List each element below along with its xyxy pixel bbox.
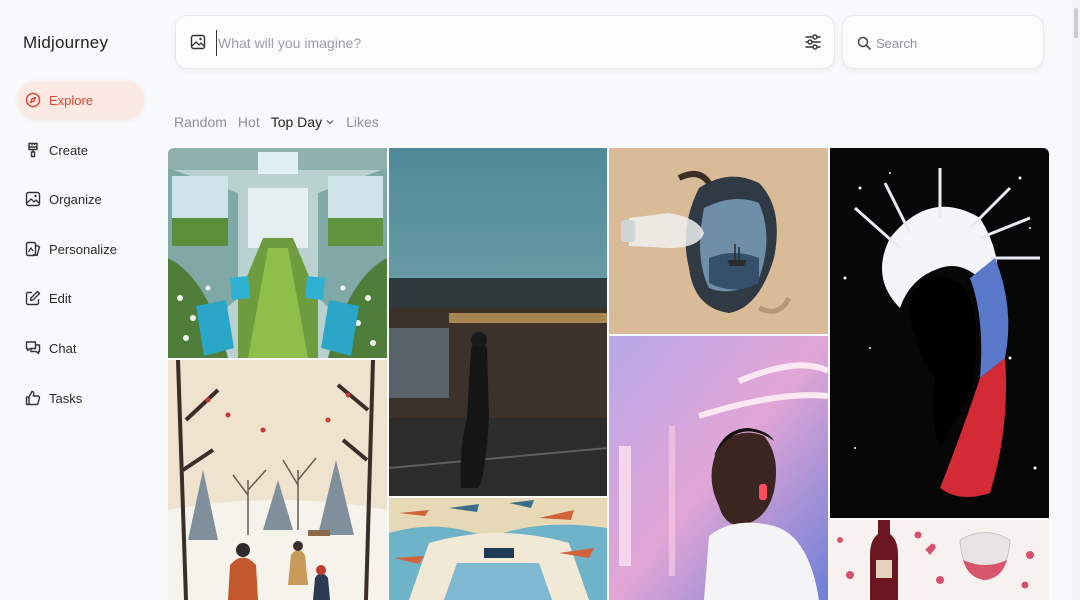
feed-tabs: Random Hot Top Day Likes bbox=[174, 114, 390, 130]
tab-label: Top Day bbox=[270, 114, 323, 130]
sidebar-item-chat[interactable]: Chat bbox=[18, 329, 144, 367]
image-wine-hearts[interactable] bbox=[830, 520, 1049, 600]
image-neon-portrait[interactable] bbox=[609, 336, 828, 600]
sidebar-item-personalize[interactable]: Personalize bbox=[18, 230, 144, 268]
sidebar-item-label: Create bbox=[49, 142, 89, 158]
prompt-bar bbox=[175, 15, 835, 69]
sidebar-item-organize[interactable]: Organize bbox=[18, 180, 144, 218]
sidebar-item-label: Tasks bbox=[49, 390, 83, 406]
thumbs-up-icon bbox=[25, 390, 41, 406]
compass-icon bbox=[25, 92, 41, 108]
sidebar-item-label: Chat bbox=[49, 340, 77, 356]
scrollbar-thumb[interactable] bbox=[1074, 8, 1078, 38]
scrollbar[interactable] bbox=[1072, 0, 1080, 600]
image-gallery bbox=[168, 148, 1049, 600]
search-icon bbox=[857, 36, 871, 50]
image-icon bbox=[25, 191, 41, 207]
personalize-icon bbox=[25, 241, 41, 257]
sidebar: Midjourney Explore Create Organize Perso… bbox=[0, 0, 160, 600]
settings-sliders-icon[interactable] bbox=[804, 33, 822, 51]
image-upload-icon[interactable] bbox=[190, 34, 206, 50]
sidebar-item-label: Personalize bbox=[49, 241, 117, 257]
sidebar-item-create[interactable]: Create bbox=[18, 131, 144, 169]
tab-hot[interactable]: Hot bbox=[238, 114, 260, 130]
image-airplanes-collage[interactable] bbox=[389, 498, 607, 600]
image-winter-park-illustration[interactable] bbox=[168, 360, 387, 600]
tab-random[interactable]: Random bbox=[174, 114, 227, 130]
sidebar-item-label: Organize bbox=[49, 191, 102, 207]
sidebar-item-tasks[interactable]: Tasks bbox=[18, 379, 144, 417]
sidebar-item-label: Edit bbox=[49, 290, 72, 306]
brush-icon bbox=[28, 142, 38, 158]
image-motion-blur-train-platform[interactable] bbox=[389, 148, 607, 496]
image-splash-silhouette[interactable] bbox=[830, 148, 1049, 518]
search-box bbox=[842, 15, 1044, 69]
sidebar-item-edit[interactable]: Edit bbox=[18, 279, 144, 317]
image-bottle-ship-in-sand[interactable] bbox=[609, 148, 828, 334]
sidebar-item-label: Explore bbox=[49, 92, 94, 108]
tab-top-day[interactable]: Top Day bbox=[271, 114, 335, 130]
sidebar-item-explore[interactable]: Explore bbox=[18, 81, 144, 119]
edit-icon bbox=[25, 290, 41, 306]
prompt-input[interactable] bbox=[216, 30, 776, 56]
image-train-interior-meadow[interactable] bbox=[168, 148, 387, 358]
chevron-down-icon bbox=[326, 120, 334, 125]
search-input[interactable] bbox=[876, 32, 1026, 54]
chat-icon bbox=[25, 341, 41, 355]
brand-logo[interactable]: Midjourney bbox=[23, 33, 108, 53]
tab-likes[interactable]: Likes bbox=[346, 114, 379, 130]
